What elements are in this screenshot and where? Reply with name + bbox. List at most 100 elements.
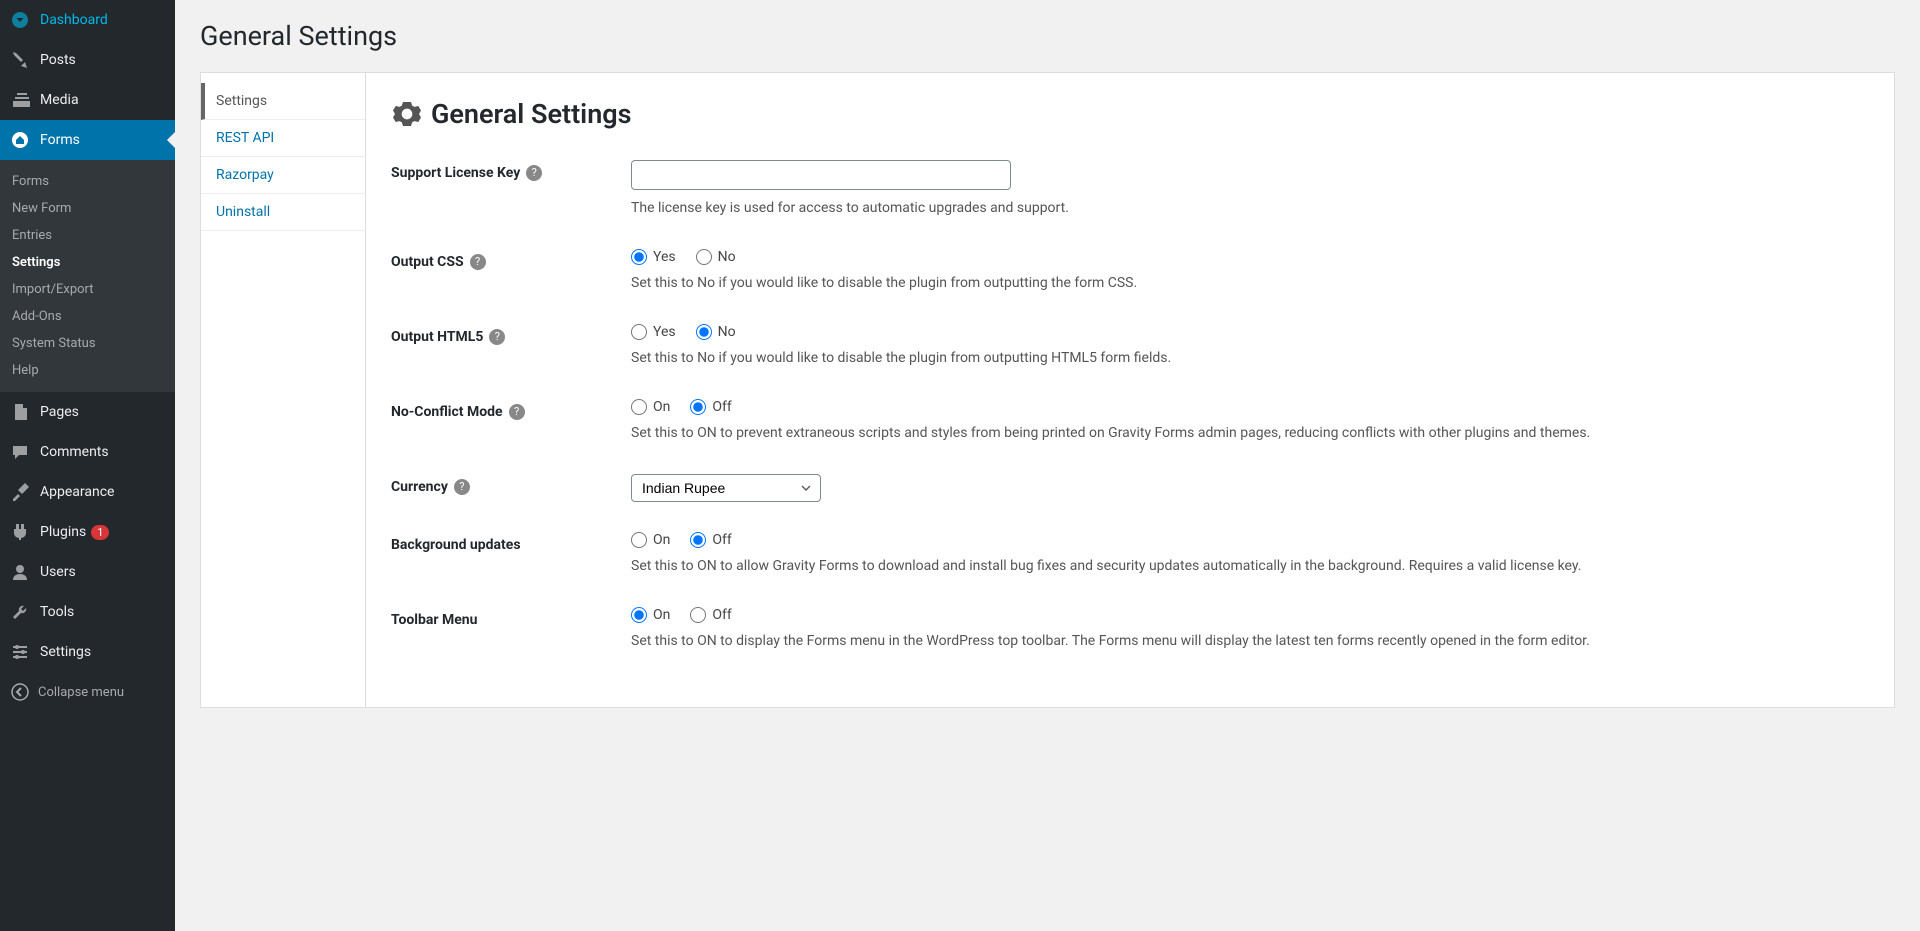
radio-conflict-off[interactable]: Off [690, 399, 731, 415]
submenu-item-settings[interactable]: Settings [0, 249, 175, 276]
radio-group-toolbar: On Off [631, 607, 1869, 623]
row-toolbar-menu: Toolbar Menu On Off Set this to ON to di [391, 607, 1869, 652]
label-no-conflict: No-Conflict Mode ? [391, 399, 631, 420]
main-content: General Settings Settings REST API Razor… [175, 0, 1920, 931]
submenu-item-import-export[interactable]: Import/Export [0, 276, 175, 303]
field-background-updates: On Off Set this to ON to allow Gravity F… [631, 532, 1869, 577]
css-desc: Set this to No if you would like to disa… [631, 273, 1869, 294]
label-output-css: Output CSS ? [391, 249, 631, 270]
help-icon[interactable]: ? [489, 329, 505, 345]
forms-submenu: Forms New Form Entries Settings Import/E… [0, 160, 175, 392]
sidebar-label: Settings [40, 644, 91, 660]
radio-group-bg-updates: On Off [631, 532, 1869, 548]
sidebar-label: Pages [40, 404, 79, 420]
sidebar-item-users[interactable]: Users [0, 552, 175, 592]
label-currency: Currency ? [391, 474, 631, 495]
radio-html5-yes[interactable]: Yes [631, 324, 676, 340]
sidebar-label: Dashboard [40, 12, 108, 28]
field-license-key: The license key is used for access to au… [631, 160, 1869, 219]
sidebar-item-tools[interactable]: Tools [0, 592, 175, 632]
radio-group-no-conflict: On Off [631, 399, 1869, 415]
radio-css-yes[interactable]: Yes [631, 249, 676, 265]
panel-header: General Settings [391, 98, 1869, 130]
users-icon [10, 562, 30, 582]
submenu-item-entries[interactable]: Entries [0, 222, 175, 249]
label-toolbar-menu: Toolbar Menu [391, 607, 631, 628]
row-background-updates: Background updates On Off Set this to ON [391, 532, 1869, 577]
collapse-icon [10, 682, 30, 702]
sidebar-label: Plugins [40, 524, 86, 540]
conflict-desc: Set this to ON to prevent extraneous scr… [631, 423, 1869, 444]
sidebar-item-plugins[interactable]: Plugins 1 [0, 512, 175, 552]
row-output-html5: Output HTML5 ? Yes No Set this [391, 324, 1869, 369]
tools-icon [10, 602, 30, 622]
plugins-icon [10, 522, 30, 542]
settings-subnav: Settings REST API Razorpay Uninstall [201, 73, 366, 707]
license-desc: The license key is used for access to au… [631, 198, 1869, 219]
sidebar-item-pages[interactable]: Pages [0, 392, 175, 432]
sidebar-label: Users [40, 564, 76, 580]
radio-bg-off[interactable]: Off [690, 532, 731, 548]
sidebar-item-media[interactable]: Media [0, 80, 175, 120]
subnav-item-rest-api[interactable]: REST API [201, 120, 365, 157]
help-icon[interactable]: ? [509, 404, 525, 420]
toolbar-desc: Set this to ON to display the Forms menu… [631, 631, 1869, 652]
gear-icon [391, 98, 423, 130]
subnav-item-settings[interactable]: Settings [201, 83, 365, 120]
settings-panel: General Settings Support License Key ? T… [366, 73, 1894, 707]
sidebar-label: Forms [40, 132, 80, 148]
sidebar-item-dashboard[interactable]: Dashboard [0, 0, 175, 40]
field-output-html5: Yes No Set this to No if you would like … [631, 324, 1869, 369]
submenu-item-system-status[interactable]: System Status [0, 330, 175, 357]
submenu-item-help[interactable]: Help [0, 357, 175, 384]
label-output-html5: Output HTML5 ? [391, 324, 631, 345]
submenu-item-forms[interactable]: Forms [0, 168, 175, 195]
field-currency: Indian Rupee [631, 474, 1869, 502]
radio-group-html5: Yes No [631, 324, 1869, 340]
comments-icon [10, 442, 30, 462]
pages-icon [10, 402, 30, 422]
submenu-item-addons[interactable]: Add-Ons [0, 303, 175, 330]
sidebar-item-forms[interactable]: Forms [0, 120, 175, 160]
radio-toolbar-off[interactable]: Off [690, 607, 731, 623]
sidebar-label: Comments [40, 444, 109, 460]
html5-desc: Set this to No if you would like to disa… [631, 348, 1869, 369]
settings-icon [10, 642, 30, 662]
posts-icon [10, 50, 30, 70]
currency-select[interactable]: Indian Rupee [631, 474, 821, 502]
license-key-input[interactable] [631, 160, 1011, 190]
help-icon[interactable]: ? [526, 165, 542, 181]
radio-conflict-on[interactable]: On [631, 399, 670, 415]
sidebar-label: Media [40, 92, 79, 108]
sidebar-label: Appearance [40, 484, 114, 500]
dashboard-icon [10, 10, 30, 30]
sidebar-item-settings[interactable]: Settings [0, 632, 175, 672]
radio-css-no[interactable]: No [696, 249, 736, 265]
sidebar-item-comments[interactable]: Comments [0, 432, 175, 472]
help-icon[interactable]: ? [454, 479, 470, 495]
page-title: General Settings [200, 20, 1895, 52]
appearance-icon [10, 482, 30, 502]
label-license-key: Support License Key ? [391, 160, 631, 181]
subnav-item-razorpay[interactable]: Razorpay [201, 157, 365, 194]
help-icon[interactable]: ? [470, 254, 486, 270]
sidebar-item-posts[interactable]: Posts [0, 40, 175, 80]
field-toolbar-menu: On Off Set this to ON to display the For… [631, 607, 1869, 652]
sidebar-item-appearance[interactable]: Appearance [0, 472, 175, 512]
collapse-menu[interactable]: Collapse menu [0, 672, 175, 712]
sidebar-label: Posts [40, 52, 76, 68]
radio-bg-on[interactable]: On [631, 532, 670, 548]
label-background-updates: Background updates [391, 532, 631, 553]
bg-desc: Set this to ON to allow Gravity Forms to… [631, 556, 1869, 577]
radio-toolbar-on[interactable]: On [631, 607, 670, 623]
field-output-css: Yes No Set this to No if you would like … [631, 249, 1869, 294]
row-no-conflict: No-Conflict Mode ? On Off Set [391, 399, 1869, 444]
plugin-update-badge: 1 [91, 525, 109, 540]
subnav-item-uninstall[interactable]: Uninstall [201, 194, 365, 231]
admin-sidebar: Dashboard Posts Media Forms Forms New Fo… [0, 0, 175, 931]
panel-heading: General Settings [431, 98, 632, 130]
row-output-css: Output CSS ? Yes No Set this t [391, 249, 1869, 294]
radio-html5-no[interactable]: No [696, 324, 736, 340]
submenu-item-new-form[interactable]: New Form [0, 195, 175, 222]
radio-group-css: Yes No [631, 249, 1869, 265]
